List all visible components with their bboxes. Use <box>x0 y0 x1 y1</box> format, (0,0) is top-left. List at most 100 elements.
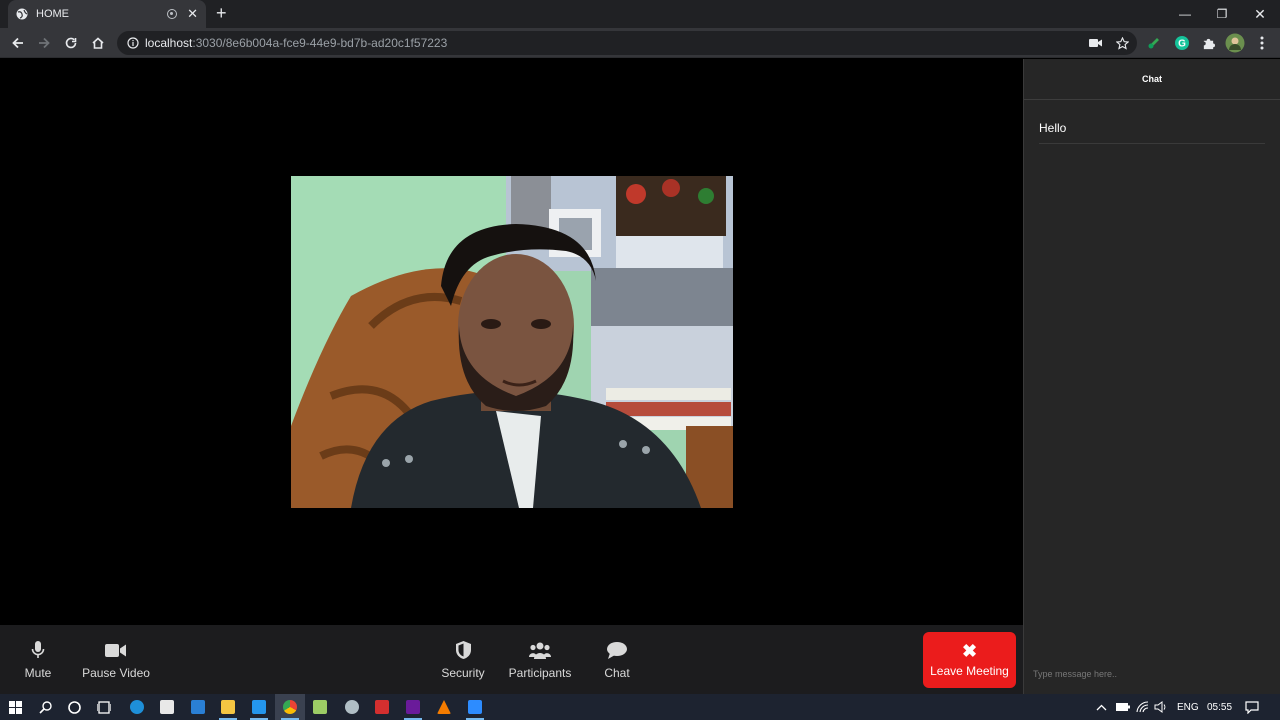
mail-icon <box>191 700 205 714</box>
pause-video-label: Pause Video <box>82 666 150 680</box>
taskbar-mail[interactable] <box>183 694 213 720</box>
forward-arrow-icon <box>39 37 50 49</box>
chat-panel-title: Chat <box>1024 59 1280 100</box>
folder-icon <box>221 700 235 714</box>
taskbar-file-explorer[interactable] <box>213 694 243 720</box>
close-tab-icon[interactable]: ✕ <box>187 6 198 22</box>
close-window-button[interactable]: ✕ <box>1241 0 1279 28</box>
task-view-button[interactable] <box>89 694 119 720</box>
extension-green-icon <box>1148 38 1159 49</box>
cortana-button[interactable] <box>59 694 89 720</box>
back-button[interactable] <box>5 28 31 58</box>
network-status[interactable] <box>1136 694 1149 720</box>
chat-message: Hello <box>1039 121 1265 144</box>
battery-status[interactable] <box>1116 694 1130 720</box>
address-bar[interactable]: localhost:3030/8e6b004a-fce9-44e9-bd7b-a… <box>117 31 1137 55</box>
leave-meeting-label: Leave Meeting <box>930 664 1009 678</box>
grammarly-button[interactable]: G <box>1170 28 1194 58</box>
camera-in-use-button[interactable] <box>1083 28 1107 58</box>
pause-video-button[interactable]: Pause Video <box>78 625 154 694</box>
start-button[interactable] <box>0 694 30 720</box>
svg-text:G: G <box>1178 39 1186 50</box>
globe-icon <box>16 8 28 20</box>
browser-menu-button[interactable] <box>1250 28 1274 58</box>
notepad-icon <box>313 700 327 714</box>
browser-tab-bar: HOME ✕ + — ❐ ✕ <box>0 0 1280 28</box>
reload-button[interactable] <box>58 28 84 58</box>
edge-icon <box>130 700 144 714</box>
chevron-up-icon <box>1096 704 1107 710</box>
profile-button[interactable] <box>1223 28 1247 58</box>
chat-message-input[interactable] <box>1024 654 1280 694</box>
menu-dots-icon <box>1260 36 1264 50</box>
mute-button[interactable]: Mute <box>17 625 59 694</box>
windows-taskbar: ENG 05:55 <box>0 694 1280 720</box>
battery-icon <box>1116 703 1130 711</box>
participants-button[interactable]: Participants <box>504 625 576 694</box>
store-icon <box>160 700 174 714</box>
restore-button[interactable]: ❐ <box>1203 0 1241 28</box>
taskbar-notepad[interactable] <box>305 694 335 720</box>
show-hidden-icons-button[interactable] <box>1096 694 1107 720</box>
url-path: :3030/8e6b004a-fce9-44e9-bd7b-ad20c1f572… <box>192 36 448 50</box>
browser-tab-home[interactable]: HOME ✕ <box>8 0 206 28</box>
browser-toolbar: localhost:3030/8e6b004a-fce9-44e9-bd7b-a… <box>0 28 1280 58</box>
grammarly-icon: G <box>1175 36 1189 50</box>
home-button[interactable] <box>85 28 111 58</box>
wifi-icon <box>1136 701 1149 713</box>
vlc-cone-icon <box>437 700 451 714</box>
cortana-circle-icon <box>67 700 81 714</box>
recording-indicator-icon <box>167 9 178 19</box>
speaker-icon <box>1154 701 1166 713</box>
notification-icon <box>1245 700 1259 714</box>
bookmark-button[interactable] <box>1110 28 1134 58</box>
volume-control[interactable] <box>1154 694 1167 720</box>
zoom-icon <box>468 700 482 714</box>
leave-meeting-button[interactable]: ✖ Leave Meeting <box>923 632 1016 688</box>
taskbar-zoom[interactable] <box>460 694 490 720</box>
forward-button[interactable] <box>31 28 57 58</box>
chat-button[interactable]: Chat <box>597 625 637 694</box>
taskbar-vlc[interactable] <box>429 694 459 720</box>
taskbar-edge[interactable] <box>122 694 152 720</box>
intellij-icon <box>406 700 420 714</box>
search-button[interactable] <box>30 694 60 720</box>
new-tab-button[interactable]: + <box>216 3 227 24</box>
meeting-stage <box>0 59 1023 625</box>
security-button[interactable]: Security <box>437 625 489 694</box>
mute-label: Mute <box>24 666 52 680</box>
photos-icon <box>345 700 359 714</box>
security-label: Security <box>441 666 485 680</box>
task-view-icon <box>97 700 111 714</box>
shield-icon <box>455 639 471 661</box>
action-center-button[interactable] <box>1245 694 1259 720</box>
search-icon <box>38 700 52 714</box>
minimize-button[interactable]: — <box>1166 0 1204 28</box>
vscode-icon <box>252 700 266 714</box>
taskbar-photos[interactable] <box>337 694 367 720</box>
extension-green-button[interactable] <box>1142 28 1166 58</box>
address-url: localhost:3030/8e6b004a-fce9-44e9-bd7b-a… <box>145 36 447 50</box>
taskbar-chrome[interactable] <box>275 694 305 720</box>
chat-panel: Chat Hello <box>1023 59 1280 694</box>
taskbar-store[interactable] <box>152 694 182 720</box>
chat-label: Chat <box>604 666 630 680</box>
taskbar-intellij[interactable] <box>398 694 428 720</box>
meeting-controls: Mute Pause Video Security Participants C… <box>0 625 1023 694</box>
camera-icon <box>1088 39 1102 47</box>
profile-avatar-icon <box>1225 33 1245 53</box>
chrome-icon <box>283 700 297 714</box>
clock[interactable]: 05:55 <box>1207 694 1232 720</box>
chat-bubble-icon <box>607 639 627 661</box>
back-arrow-icon <box>12 37 23 49</box>
webcam-image <box>291 176 733 508</box>
extensions-button[interactable] <box>1196 28 1220 58</box>
taskbar-acrobat[interactable] <box>367 694 397 720</box>
participant-video <box>291 176 733 508</box>
info-icon[interactable] <box>127 37 139 49</box>
taskbar-vscode[interactable] <box>244 694 274 720</box>
acrobat-icon <box>375 700 389 714</box>
home-icon <box>92 37 104 49</box>
participants-label: Participants <box>508 666 572 680</box>
input-language[interactable]: ENG <box>1177 694 1199 720</box>
